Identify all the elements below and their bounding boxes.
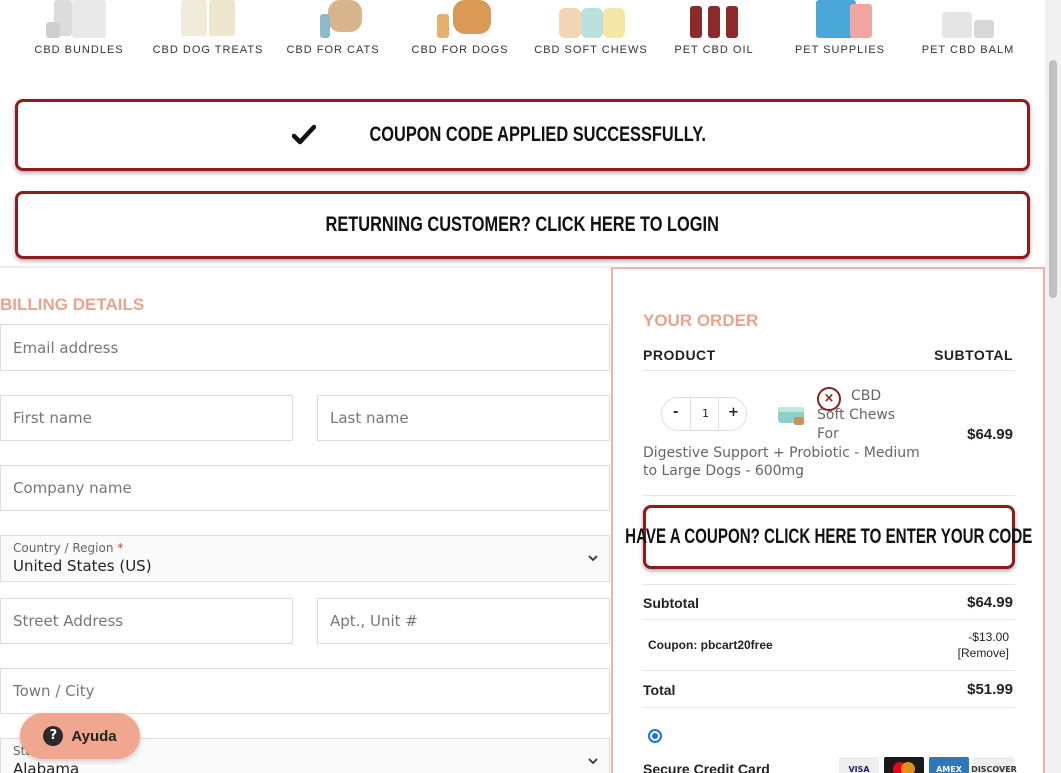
discover-card-icon: DISCOVER: [971, 757, 1017, 773]
product-price: $64.99: [967, 426, 1013, 443]
category-label: CBD SOFT CHEWS: [534, 44, 648, 56]
amex-card-icon: AMEX: [929, 757, 969, 773]
apt-unit-input[interactable]: [318, 599, 609, 643]
category-cbd-bundles[interactable]: CBD BUNDLES: [30, 0, 128, 56]
divider: [643, 584, 1015, 585]
required-marker: *: [117, 541, 124, 555]
email-field[interactable]: [0, 324, 610, 371]
category-cbd-soft-chews[interactable]: CBD SOFT CHEWS: [534, 0, 648, 56]
town-city-input[interactable]: [1, 669, 609, 713]
coupon-button-text: Have a coupon? Click here to enter your …: [625, 525, 1033, 548]
order-summary-panel: Your Order Product Subtotal - 1 + CBD So…: [611, 267, 1045, 773]
section-divider: [0, 266, 611, 268]
divider: [643, 370, 1015, 371]
category-label: CBD BUNDLES: [34, 44, 124, 56]
state-value: Alabama: [13, 760, 80, 773]
payment-method-radio[interactable]: [648, 729, 662, 743]
increase-quantity-button[interactable]: +: [728, 405, 739, 420]
balm-product-icon: [938, 0, 998, 38]
product-thumbnail: [778, 407, 804, 425]
divider: [643, 670, 1015, 671]
your-order-title: Your Order: [643, 311, 759, 330]
returning-customer-login-button[interactable]: Returning customer? Click here to login: [15, 191, 1030, 259]
supplies-product-icon: [804, 0, 876, 38]
coupon-discount: -$13.00 [Remove]: [958, 629, 1009, 661]
quantity-value[interactable]: 1: [702, 407, 709, 420]
category-cbd-dog-treats[interactable]: CBD DOG TREATS: [152, 0, 264, 56]
last-name-field[interactable]: [317, 395, 610, 441]
first-name-field[interactable]: [0, 395, 293, 441]
coupon-discount-value: -$13.00: [968, 630, 1009, 644]
apt-unit-field[interactable]: [317, 598, 610, 644]
dog-product-icon: [425, 0, 495, 38]
subtotal-column-header: Subtotal: [934, 347, 1013, 363]
category-label: PET CBD BALM: [921, 44, 1015, 56]
billing-details-title: Billing Details: [0, 295, 145, 314]
category-label: CBD FOR CATS: [286, 44, 380, 56]
coupon-code-label: Coupon: pbcart20free: [648, 638, 773, 652]
country-label: Country / Region *: [13, 541, 124, 555]
category-cbd-for-cats[interactable]: CBD FOR CATS: [284, 0, 382, 56]
page-scrollbar[interactable]: [1045, 0, 1061, 773]
divider: [718, 398, 719, 430]
category-label: CBD DOG TREATS: [152, 44, 264, 56]
company-name-input[interactable]: [1, 466, 609, 510]
bundle-product-icon: [44, 0, 114, 38]
oil-bottles-product-icon: [686, 0, 742, 38]
scrollbar-thumb[interactable]: [1049, 60, 1057, 298]
total-label: Total: [643, 682, 676, 698]
category-label: CBD FOR DOGS: [411, 44, 509, 56]
divider: [643, 495, 1015, 496]
country-select[interactable]: Country / Region * United States (US): [0, 535, 610, 582]
question-mark-icon: ?: [43, 726, 64, 746]
returning-customer-text: Returning customer? Click here to login: [325, 213, 720, 236]
category-pet-cbd-oil[interactable]: PET CBD OIL: [672, 0, 756, 56]
subtotal-label: Subtotal: [643, 595, 699, 611]
total-value: $51.99: [967, 681, 1013, 698]
help-button[interactable]: ? Ayuda: [20, 713, 140, 759]
product-column-header: Product: [643, 347, 716, 363]
product-name-detail: Digestive Support + Probiotic - Medium t…: [643, 445, 920, 479]
remove-item-icon[interactable]: ×: [817, 387, 841, 411]
category-label: PET SUPPLIES: [794, 44, 886, 56]
subtotal-value: $64.99: [967, 594, 1013, 611]
street-address-field[interactable]: [0, 598, 293, 644]
help-label: Ayuda: [71, 727, 117, 745]
company-name-field[interactable]: [0, 465, 610, 511]
divider: [643, 707, 1015, 708]
country-value: United States (US): [13, 557, 152, 575]
dog-treats-product-icon: [163, 0, 253, 38]
first-name-input[interactable]: [1, 396, 292, 440]
remove-coupon-link[interactable]: [Remove]: [958, 646, 1009, 660]
street-address-input[interactable]: [1, 599, 292, 643]
cat-product-icon: [298, 0, 368, 38]
category-label: PET CBD OIL: [674, 44, 754, 56]
quantity-stepper[interactable]: - 1 +: [661, 397, 747, 431]
category-cbd-for-dogs[interactable]: CBD FOR DOGS: [410, 0, 510, 56]
town-city-field[interactable]: [0, 668, 610, 714]
category-strip: CBD BUNDLES CBD DOG TREATS CBD FOR CATS …: [0, 0, 1045, 62]
divider: [643, 619, 1015, 620]
category-pet-supplies[interactable]: PET SUPPLIES: [794, 0, 886, 56]
coupon-applied-text: Coupon code applied successfully.: [369, 123, 706, 146]
coupon-applied-notice: Coupon code applied successfully.: [15, 99, 1030, 171]
email-input[interactable]: [1, 325, 609, 370]
chevron-down-icon: [588, 758, 598, 765]
payment-method-label: Secure Credit Card: [643, 761, 770, 773]
decrease-quantity-button[interactable]: -: [673, 405, 678, 420]
enter-coupon-button[interactable]: Have a coupon? Click here to enter your …: [625, 505, 1033, 569]
mastercard-card-icon: [884, 757, 924, 773]
soft-chews-product-icon: [551, 0, 631, 38]
chevron-down-icon: [588, 555, 598, 562]
divider: [690, 398, 691, 430]
category-pet-cbd-balm[interactable]: PET CBD BALM: [920, 0, 1016, 56]
last-name-input[interactable]: [318, 396, 609, 440]
checkmark-icon: [291, 124, 316, 145]
visa-card-icon: VISA: [839, 757, 879, 773]
